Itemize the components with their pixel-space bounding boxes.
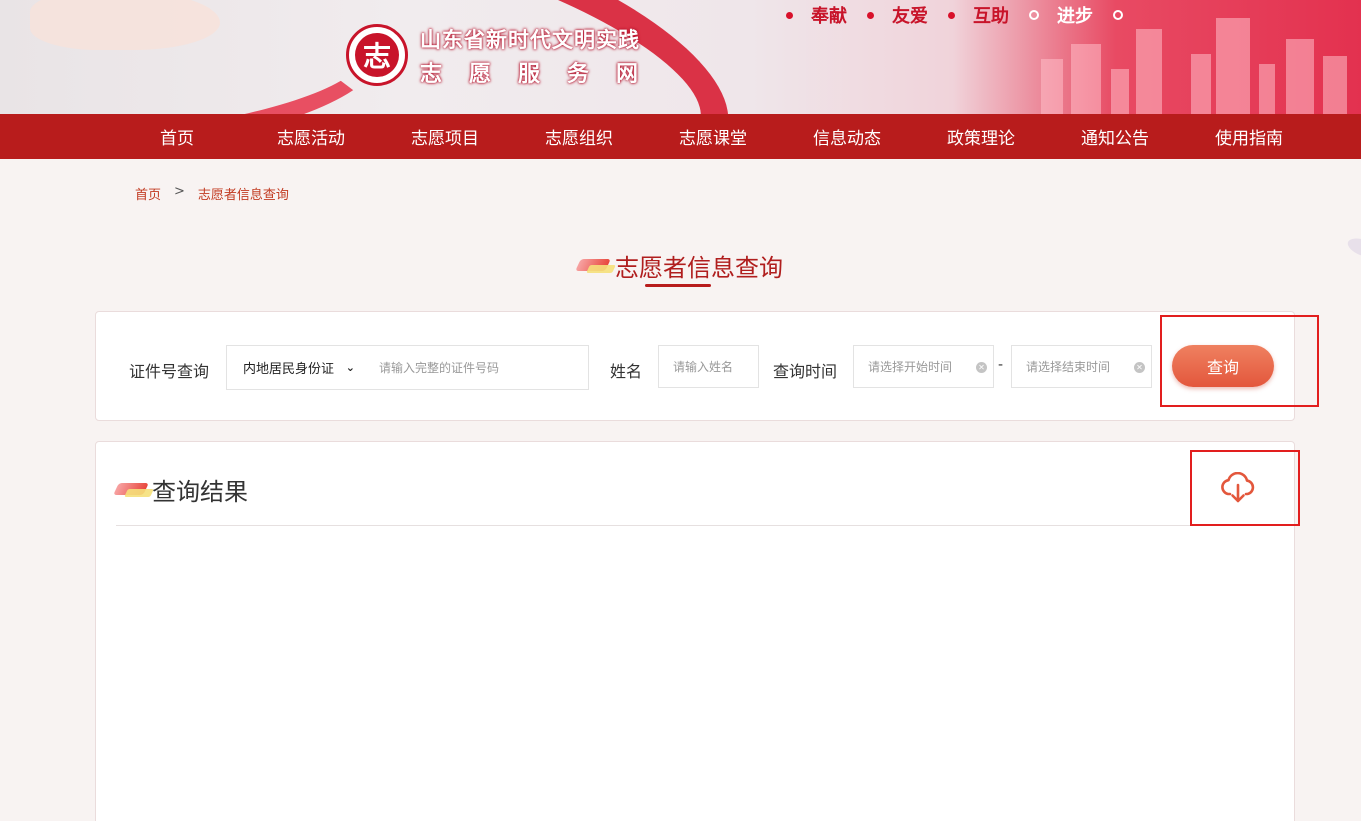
id-type-select[interactable]: 内地居民身份证 ⌄	[227, 358, 367, 377]
end-time-input[interactable]	[1012, 359, 1151, 374]
slogan-word: 友爱	[892, 6, 928, 27]
breadcrumb: 首页 > 志愿者信息查询	[135, 184, 289, 203]
results-title: 查询结果	[152, 478, 248, 506]
breadcrumb-current: 志愿者信息查询	[197, 188, 289, 203]
end-time-box: ✕	[1011, 345, 1152, 388]
site-subtitle: 志愿服务网	[420, 62, 666, 87]
name-label: 姓名	[610, 362, 643, 381]
query-button-highlight	[1160, 315, 1319, 407]
nav-item-activities[interactable]: 志愿活动	[244, 124, 378, 149]
page-title-underline	[645, 284, 711, 287]
main-nav: 首页 志愿活动 志愿项目 志愿组织 志愿课堂 信息动态 政策理论 通知公告 使用…	[0, 114, 1361, 159]
id-number-group: 内地居民身份证 ⌄	[226, 345, 589, 390]
id-number-label: 证件号查询	[129, 362, 210, 381]
slogan-ring-icon	[1029, 10, 1039, 20]
slogan-dot-icon	[948, 11, 955, 19]
start-time-box: ✕	[853, 345, 994, 388]
nav-item-classroom[interactable]: 志愿课堂	[646, 124, 780, 149]
breadcrumb-home-link[interactable]: 首页	[135, 184, 161, 203]
slogan-dot-icon	[786, 11, 793, 19]
id-number-input[interactable]	[367, 360, 577, 375]
slogan-word: 奉献	[811, 6, 847, 27]
results-divider	[116, 525, 1276, 526]
download-icon-highlight	[1190, 450, 1300, 526]
title-brush-icon	[116, 481, 154, 499]
clear-end-icon[interactable]: ✕	[1134, 362, 1145, 373]
slogan-dot-icon	[867, 11, 874, 19]
site-title: 山东省新时代文明实践	[420, 28, 640, 52]
nav-item-policy[interactable]: 政策理论	[914, 124, 1048, 149]
slogan-word: 互助	[973, 6, 1009, 27]
query-time-label: 查询时间	[773, 362, 838, 381]
nav-item-news[interactable]: 信息动态	[780, 124, 914, 149]
search-form: 证件号查询 内地居民身份证 ⌄ 姓名 查询时间 ✕ - ✕ 查询	[95, 311, 1295, 421]
title-brush-icon	[578, 257, 616, 275]
page-title-block: 志愿者信息查询	[0, 248, 1361, 283]
site-banner: 志 山东省新时代文明实践 志愿服务网 奉献 友爱 互助 进步	[0, 0, 1361, 114]
slogan-bar: 奉献 友爱 互助 进步	[786, 2, 1141, 28]
results-header: 查询结果	[116, 472, 248, 507]
clear-start-icon[interactable]: ✕	[976, 362, 987, 373]
logo-seal-char: 志	[355, 33, 399, 77]
nav-item-projects[interactable]: 志愿项目	[378, 124, 512, 149]
start-time-input[interactable]	[854, 359, 993, 374]
slogan-ring-icon	[1113, 10, 1123, 20]
breadcrumb-separator: >	[174, 184, 185, 199]
results-panel: 查询结果	[95, 441, 1295, 821]
slogan-word: 进步	[1057, 6, 1093, 27]
name-field-box	[658, 345, 759, 388]
chevron-down-icon: ⌄	[345, 361, 355, 374]
nav-item-guide[interactable]: 使用指南	[1182, 124, 1316, 149]
site-logo[interactable]: 志	[346, 24, 408, 86]
nav-item-organizations[interactable]: 志愿组织	[512, 124, 646, 149]
date-range-separator: -	[998, 357, 1004, 373]
nav-item-notices[interactable]: 通知公告	[1048, 124, 1182, 149]
page-title: 志愿者信息查询	[615, 254, 784, 282]
id-type-selected-value: 内地居民身份证	[243, 362, 335, 377]
nav-item-home[interactable]: 首页	[110, 124, 244, 149]
name-input[interactable]	[659, 359, 758, 374]
